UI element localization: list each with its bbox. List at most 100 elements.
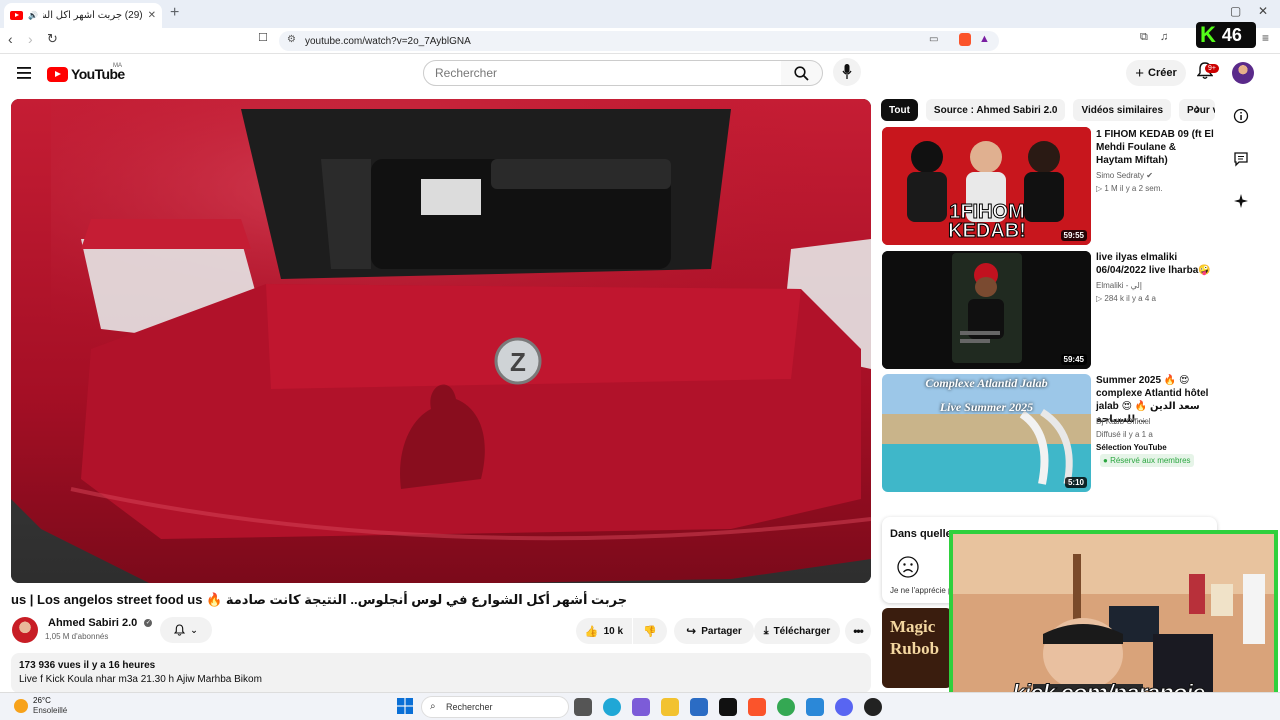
thumbnail-image	[882, 374, 1091, 492]
like-count: 10 k	[603, 625, 624, 637]
description-box[interactable]	[11, 653, 871, 693]
kick-logo-icon: K	[1200, 22, 1216, 47]
thumbs-down-icon: 👎	[643, 625, 657, 638]
bell-icon	[174, 624, 186, 636]
tab-title: (29) جربت أشهر أكل الشوارع ف...	[43, 10, 143, 21]
windows-start-icon[interactable]	[397, 698, 413, 714]
media-icon[interactable]: ♫	[1160, 31, 1168, 43]
share-label: Partager	[701, 625, 742, 637]
verified-icon: ✔	[1146, 171, 1153, 180]
like-button[interactable]: 👍 10 k	[576, 618, 632, 644]
cast-icon[interactable]: ▭	[929, 34, 938, 45]
sparkle-icon[interactable]	[1233, 193, 1249, 209]
reco-thumbnail-partial[interactable]: Magic Rubob	[882, 608, 952, 688]
maximize-icon[interactable]: ▢	[1230, 4, 1241, 18]
brave-icon[interactable]	[748, 698, 766, 716]
reco-thumbnail[interactable]: Complexe Atlantid Jalab Live Summer 2025…	[882, 374, 1091, 492]
reco-channel[interactable]: Elmaliki - إلي	[1096, 279, 1142, 292]
video-player[interactable]: Z	[11, 99, 871, 583]
channel-name[interactable]: Ahmed Sabiri 2.0 ✓	[48, 617, 153, 629]
search-input[interactable]: Rechercher	[423, 60, 782, 86]
menu-icon[interactable]: ≡	[1262, 31, 1269, 45]
channel-name-text: Ahmed Sabiri 2.0	[48, 617, 138, 629]
file-explorer-icon[interactable]	[661, 698, 679, 716]
close-window-icon[interactable]: ✕	[1258, 4, 1268, 18]
reco-channel-text: Simo Sedraty	[1096, 171, 1145, 180]
search-icon: ⌕	[430, 701, 436, 712]
task-view-icon[interactable]	[574, 698, 592, 716]
voice-search-button[interactable]	[833, 58, 861, 86]
dislike-button[interactable]: 👎	[633, 618, 667, 644]
reco-title[interactable]: 1 FIHOM KEDAB 09 (ft El Mehdi Foulane & …	[1096, 128, 1214, 167]
search-placeholder: Rechercher	[435, 66, 498, 80]
bookmark-icon[interactable]: ☐	[258, 31, 268, 44]
youtube-header: YouTube MA Rechercher + Créer 9+	[0, 54, 1280, 94]
subscription-bell-button[interactable]: ⌄	[160, 617, 212, 643]
url-text: youtube.com/watch?v=2o_7AyblGNA	[305, 35, 471, 47]
chips-next-icon[interactable]: ›	[1195, 100, 1200, 118]
taskbar-search-label: Rechercher	[446, 702, 493, 712]
reco-channel[interactable]: Simo Sedraty ✔	[1096, 169, 1153, 182]
new-tab-button[interactable]: +	[170, 4, 179, 22]
reload-icon[interactable]: ↻	[47, 31, 58, 47]
account-avatar[interactable]	[1232, 62, 1254, 84]
video-frame-car-trunk: Z	[11, 99, 871, 583]
chat-icon[interactable]	[1233, 151, 1249, 167]
youtube-logo-icon	[47, 66, 68, 82]
close-tab-icon[interactable]: ✕	[148, 10, 156, 21]
brave-rewards-icon[interactable]: ▲	[979, 33, 990, 45]
browser-tab[interactable]: 🔊 (29) جربت أشهر أكل الشوارع ف... ✕	[4, 3, 162, 28]
thumbnail-image	[882, 251, 1091, 369]
channel-avatar[interactable]	[12, 617, 38, 643]
hamburger-menu-icon[interactable]	[17, 67, 31, 79]
youtube-selection-label: Sélection YouTube	[1096, 443, 1167, 452]
back-icon[interactable]: ‹	[8, 31, 13, 47]
reco-title[interactable]: live ilyas elmaliki 06/04/2022 live lhar…	[1096, 251, 1214, 277]
microphone-icon	[842, 64, 852, 79]
thumbnail-caption-2: Live Summer 2025	[939, 400, 1034, 414]
share-button[interactable]: ↪ Partager	[674, 618, 754, 644]
chip-similar[interactable]: Vidéos similaires	[1073, 99, 1172, 121]
brave-shield-icon[interactable]	[959, 33, 971, 46]
sad-face-icon[interactable]	[896, 555, 920, 579]
steam-icon[interactable]	[864, 698, 882, 716]
subscriber-count: 1,05 M d'abonnés	[45, 632, 109, 641]
extensions-icon[interactable]: ⧉	[1140, 31, 1148, 44]
search-button[interactable]	[781, 60, 823, 86]
mail-icon[interactable]	[806, 698, 824, 716]
more-actions-button[interactable]: •••	[845, 618, 871, 644]
description-text: Live f Kick Koula nhar m3a 21.30 h Ajiw …	[19, 674, 262, 685]
plus-icon: +	[1135, 64, 1144, 82]
create-button[interactable]: + Créer	[1126, 60, 1186, 86]
weather-sun-icon[interactable]	[14, 699, 28, 713]
reco-meta: Diffusé il y a 1 a	[1096, 430, 1153, 439]
download-icon: ⤓	[763, 624, 769, 637]
reco-thumbnail[interactable]: 59:45	[882, 251, 1091, 369]
url-field[interactable]: ⚙ youtube.com/watch?v=2o_7AyblGNA ▭ ▲	[279, 31, 999, 51]
youtube-favicon-icon	[10, 11, 23, 20]
edge-icon[interactable]	[603, 698, 621, 716]
download-button[interactable]: ⤓ Télécharger	[754, 618, 840, 644]
windows-taskbar: 26°C Ensoleillé ⌕ Rechercher	[0, 692, 1280, 720]
reco-thumbnail[interactable]: 1FIHOM KEDAB! 59:55	[882, 127, 1091, 245]
verified-icon: ✓	[144, 619, 153, 628]
chrome-icon[interactable]	[777, 698, 795, 716]
chevron-down-icon: ⌄	[190, 624, 198, 635]
video-title: جربت أشهر أكل الشوارع في لوس أنجلوس.. ال…	[11, 592, 628, 607]
discord-icon[interactable]	[835, 698, 853, 716]
reco-channel[interactable]: Dj Katib Officiel	[1096, 415, 1151, 428]
audio-icon[interactable]: 🔊	[28, 11, 38, 20]
thumbs-up-icon: 👍	[584, 625, 599, 638]
site-info-icon[interactable]: ⚙	[287, 34, 296, 45]
forward-icon[interactable]: ›	[28, 31, 33, 47]
obs-icon[interactable]	[719, 698, 737, 716]
members-only-badge: ● Réservé aux membres	[1100, 454, 1194, 467]
chip-all[interactable]: Tout	[881, 99, 918, 121]
info-icon[interactable]	[1233, 108, 1249, 124]
chip-source[interactable]: Source : Ahmed Sabiri 2.0	[925, 99, 1066, 121]
copilot-icon[interactable]	[632, 698, 650, 716]
store-icon[interactable]	[690, 698, 708, 716]
video-duration: 59:55	[1060, 230, 1087, 241]
taskbar-search[interactable]: ⌕ Rechercher	[421, 696, 569, 718]
filter-chips: Tout Source : Ahmed Sabiri 2.0 Vidéos si…	[881, 99, 1216, 121]
